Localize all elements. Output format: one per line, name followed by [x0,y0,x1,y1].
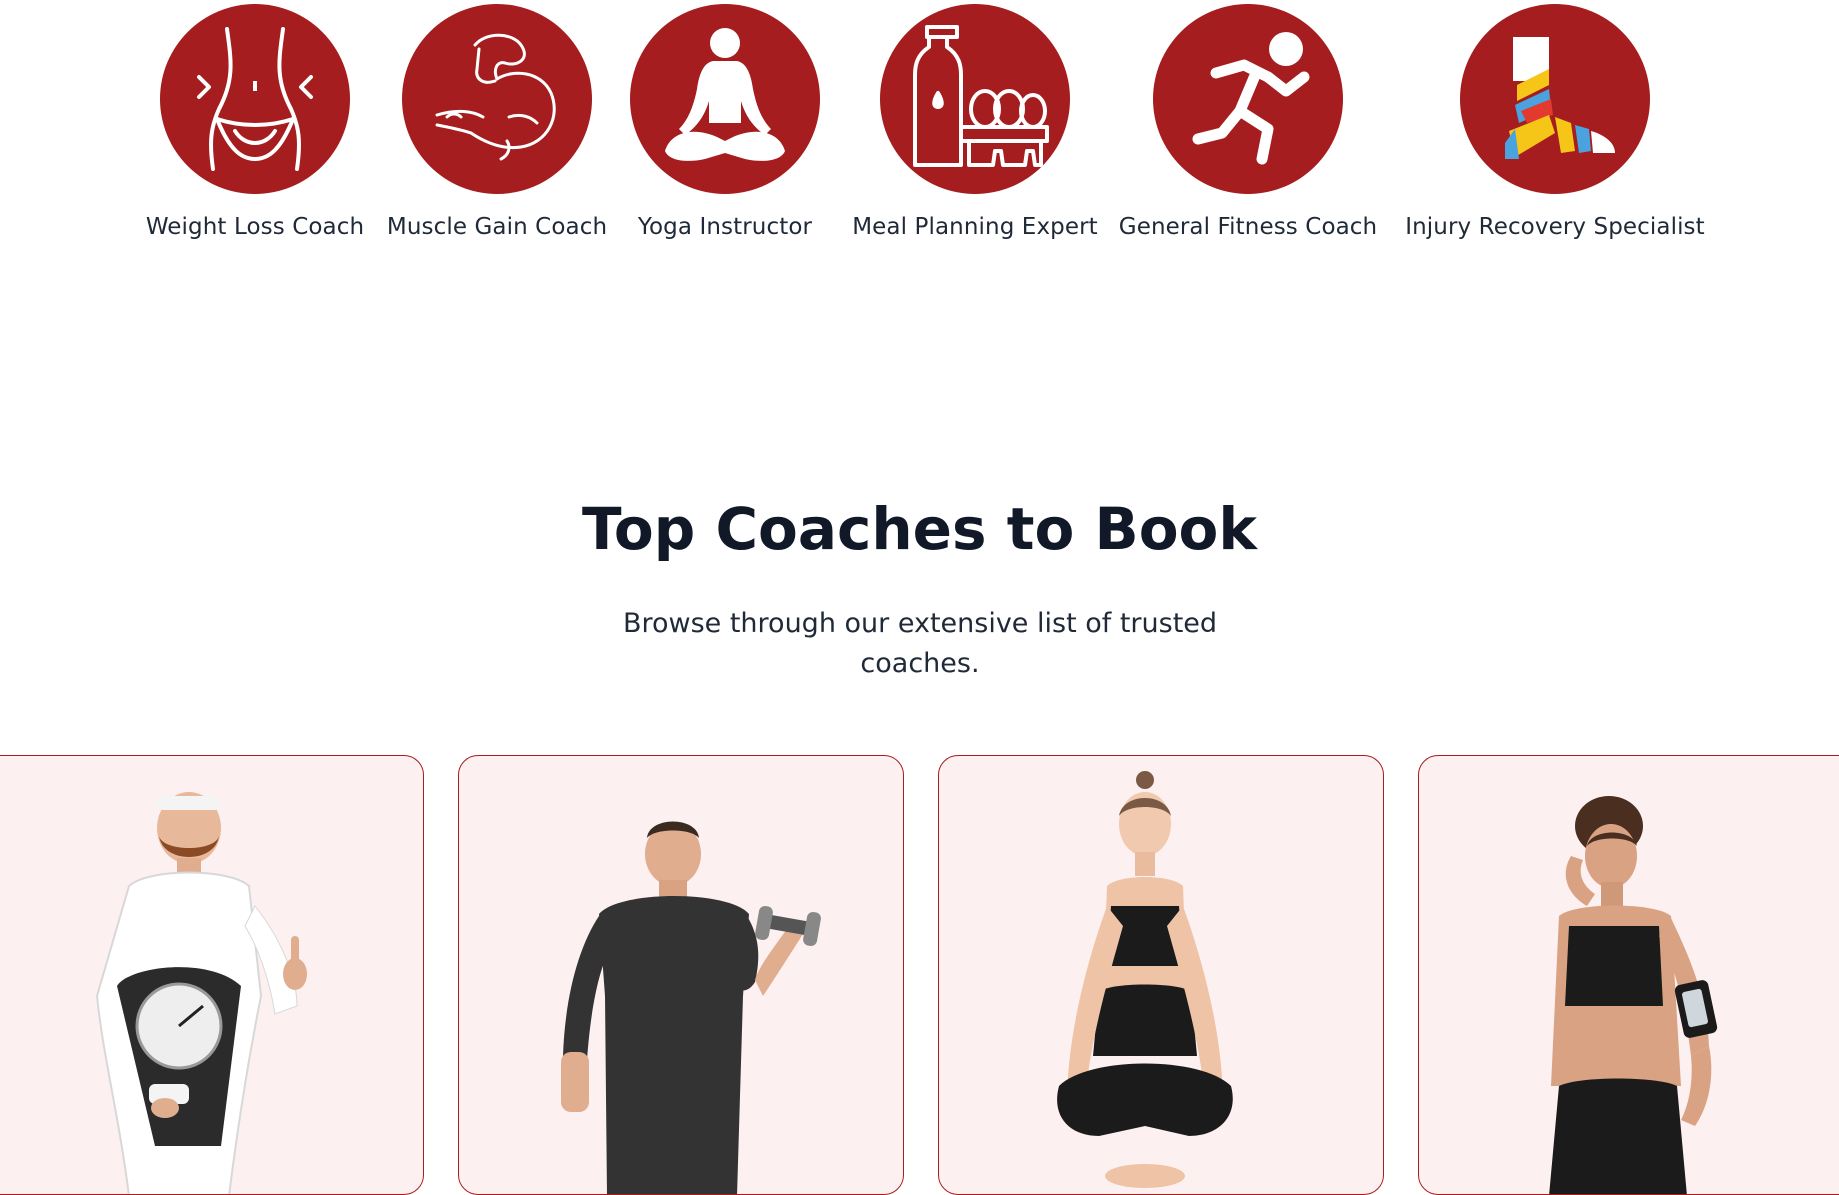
coach-with-bathroom-scale-photo [95,792,307,1194]
coach-card[interactable] [458,755,904,1195]
coach-card[interactable] [1418,755,1839,1195]
running-person-icon [1153,4,1343,194]
coach-card[interactable] [938,755,1384,1195]
specialty-label: General Fitness Coach [1118,214,1378,240]
milk-eggs-icon [880,4,1070,194]
specialty-label: Meal Planning Expert [852,214,1098,240]
coach-card[interactable] [0,755,424,1195]
specialty-muscle-gain[interactable]: Muscle Gain Coach [382,4,612,240]
section-subtitle: Browse through our extensive list of tru… [622,608,1218,679]
specialty-label: Muscle Gain Coach [386,214,608,240]
waist-icon [160,4,350,194]
coach-with-armband-photo [1549,796,1718,1194]
coach-meditating-photo [1057,771,1233,1188]
specialty-label: Weight Loss Coach [145,214,365,240]
specialty-injury-recovery[interactable]: Injury Recovery Specialist [1405,4,1705,240]
coach-with-dumbbell-photo [561,821,821,1194]
specialty-label: Yoga Instructor [637,214,813,240]
flexed-bicep-icon [402,4,592,194]
specialty-meal-planning[interactable]: Meal Planning Expert [852,4,1098,240]
specialty-general-fitness[interactable]: General Fitness Coach [1119,4,1377,240]
specialty-yoga[interactable]: Yoga Instructor [630,4,820,240]
section-title: Top Coaches to Book [582,495,1257,563]
specialty-weight-loss[interactable]: Weight Loss Coach [140,4,370,240]
meditation-icon [630,4,820,194]
specialty-label: Injury Recovery Specialist [1405,214,1705,240]
bandaged-foot-icon [1460,4,1650,194]
